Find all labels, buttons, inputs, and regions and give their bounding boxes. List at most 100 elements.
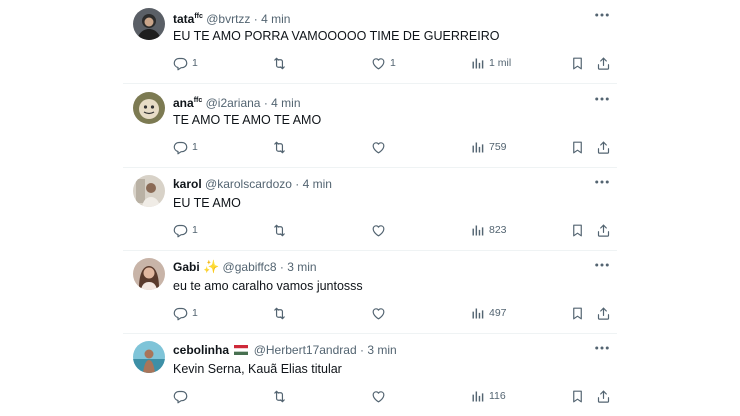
share-button[interactable]	[596, 388, 611, 404]
like-button[interactable]	[371, 139, 390, 155]
avatar[interactable]	[133, 258, 165, 290]
avatar[interactable]	[133, 341, 165, 373]
retweet-icon	[272, 56, 287, 71]
timestamp[interactable]: 3 min	[287, 260, 316, 274]
display-name[interactable]: Gabi	[173, 260, 200, 274]
reply-button[interactable]: 1	[173, 55, 198, 71]
share-button[interactable]	[596, 305, 611, 321]
share-icon	[596, 140, 611, 155]
retweet-button[interactable]	[272, 222, 291, 238]
tweet-header: cebolinha @Herbert17andrad · 3 min	[173, 342, 397, 358]
avatar[interactable]	[133, 92, 165, 124]
views-button[interactable]: 1 mil	[470, 55, 511, 71]
bookmark-icon	[570, 140, 585, 155]
like-button[interactable]	[371, 222, 390, 238]
display-name[interactable]: ana	[173, 96, 194, 110]
user-handle[interactable]: @karolscardozo	[205, 177, 292, 191]
retweet-icon	[272, 389, 287, 404]
timestamp[interactable]: 3 min	[367, 343, 396, 357]
more-options-icon[interactable]	[593, 92, 611, 106]
user-handle[interactable]: @gabiffc8	[223, 260, 277, 274]
bookmark-icon	[570, 56, 585, 71]
reply-count: 1	[192, 224, 198, 236]
separator-dot: ·	[253, 12, 258, 26]
reply-button[interactable]	[173, 388, 192, 404]
name-suffix: ffc	[194, 13, 203, 20]
action-bar: 1 759	[173, 139, 613, 155]
like-button[interactable]	[371, 305, 390, 321]
bookmark-icon	[570, 223, 585, 238]
tweet[interactable]: tataffc @bvrtzz · 4 min EU TE AMO PORRA …	[123, 0, 617, 84]
bookmark-button[interactable]	[570, 222, 585, 238]
like-button[interactable]: 1	[371, 55, 396, 71]
retweet-button[interactable]	[272, 388, 291, 404]
bookmark-icon	[570, 389, 585, 404]
display-name[interactable]: cebolinha	[173, 343, 229, 357]
user-handle[interactable]: @i2ariana	[206, 96, 261, 110]
more-options-icon[interactable]	[593, 258, 611, 272]
avatar[interactable]	[133, 175, 165, 207]
timestamp[interactable]: 4 min	[261, 12, 290, 26]
tweet[interactable]: Gabi ✨ @gabiffc8 · 3 min eu te amo caral…	[123, 250, 617, 334]
separator-dot: ·	[279, 260, 284, 274]
tweet[interactable]: cebolinha @Herbert17andrad · 3 min Kevin…	[123, 333, 617, 416]
view-count: 823	[489, 224, 507, 236]
separator-dot: ·	[263, 96, 268, 110]
bookmark-button[interactable]	[570, 55, 585, 71]
reply-count: 1	[192, 141, 198, 153]
heart-icon	[371, 306, 386, 321]
action-bar: 1 497	[173, 305, 613, 321]
tweet[interactable]: karol @karolscardozo · 4 min EU TE AMO 1…	[123, 167, 617, 251]
more-options-icon[interactable]	[593, 175, 611, 189]
tweet[interactable]: anaffc @i2ariana · 4 min TE AMO TE AMO T…	[123, 84, 617, 168]
share-button[interactable]	[596, 222, 611, 238]
heart-icon	[371, 56, 386, 71]
views-button[interactable]: 497	[470, 305, 507, 321]
tweet-header: tataffc @bvrtzz · 4 min	[173, 9, 290, 27]
views-button[interactable]: 759	[470, 139, 507, 155]
heart-icon	[371, 140, 386, 155]
tweet-text: TE AMO TE AMO TE AMO	[173, 113, 322, 127]
views-chart-icon	[470, 140, 485, 155]
retweet-button[interactable]	[272, 55, 291, 71]
tweet-header: karol @karolscardozo · 4 min	[173, 176, 332, 192]
reply-icon	[173, 140, 188, 155]
tweet-header: Gabi ✨ @gabiffc8 · 3 min	[173, 259, 317, 275]
reply-button[interactable]: 1	[173, 139, 198, 155]
share-button[interactable]	[596, 139, 611, 155]
share-button[interactable]	[596, 55, 611, 71]
retweet-icon	[272, 306, 287, 321]
views-chart-icon	[470, 223, 485, 238]
reply-icon	[173, 389, 188, 404]
views-button[interactable]: 823	[470, 222, 507, 238]
bookmark-icon	[570, 306, 585, 321]
action-bar: 1 1 1 mil	[173, 55, 613, 71]
display-name[interactable]: tata	[173, 12, 194, 26]
avatar[interactable]	[133, 8, 165, 40]
more-options-icon[interactable]	[593, 341, 611, 355]
reply-count: 1	[192, 57, 198, 69]
reply-button[interactable]: 1	[173, 305, 198, 321]
user-handle[interactable]: @bvrtzz	[206, 12, 250, 26]
user-handle[interactable]: @Herbert17andrad	[254, 343, 357, 357]
like-button[interactable]	[371, 388, 390, 404]
retweet-button[interactable]	[272, 139, 291, 155]
share-icon	[596, 389, 611, 404]
retweet-button[interactable]	[272, 305, 291, 321]
timestamp[interactable]: 4 min	[303, 177, 332, 191]
bookmark-button[interactable]	[570, 139, 585, 155]
display-name[interactable]: karol	[173, 177, 202, 191]
reply-button[interactable]: 1	[173, 222, 198, 238]
sparkles-emoji-icon: ✨	[203, 259, 220, 274]
bookmark-button[interactable]	[570, 388, 585, 404]
separator-dot: ·	[295, 177, 300, 191]
timestamp[interactable]: 4 min	[271, 96, 300, 110]
reply-icon	[173, 56, 188, 71]
bookmark-button[interactable]	[570, 305, 585, 321]
tweet-text: EU TE AMO PORRA VAMOOOOO TIME DE GUERREI…	[173, 29, 500, 43]
more-options-icon[interactable]	[593, 8, 611, 22]
reply-count: 1	[192, 307, 198, 319]
tweet-text: eu te amo caralho vamos juntosss	[173, 279, 363, 293]
views-button[interactable]: 116	[470, 388, 506, 404]
action-bar: 1 823	[173, 222, 613, 238]
